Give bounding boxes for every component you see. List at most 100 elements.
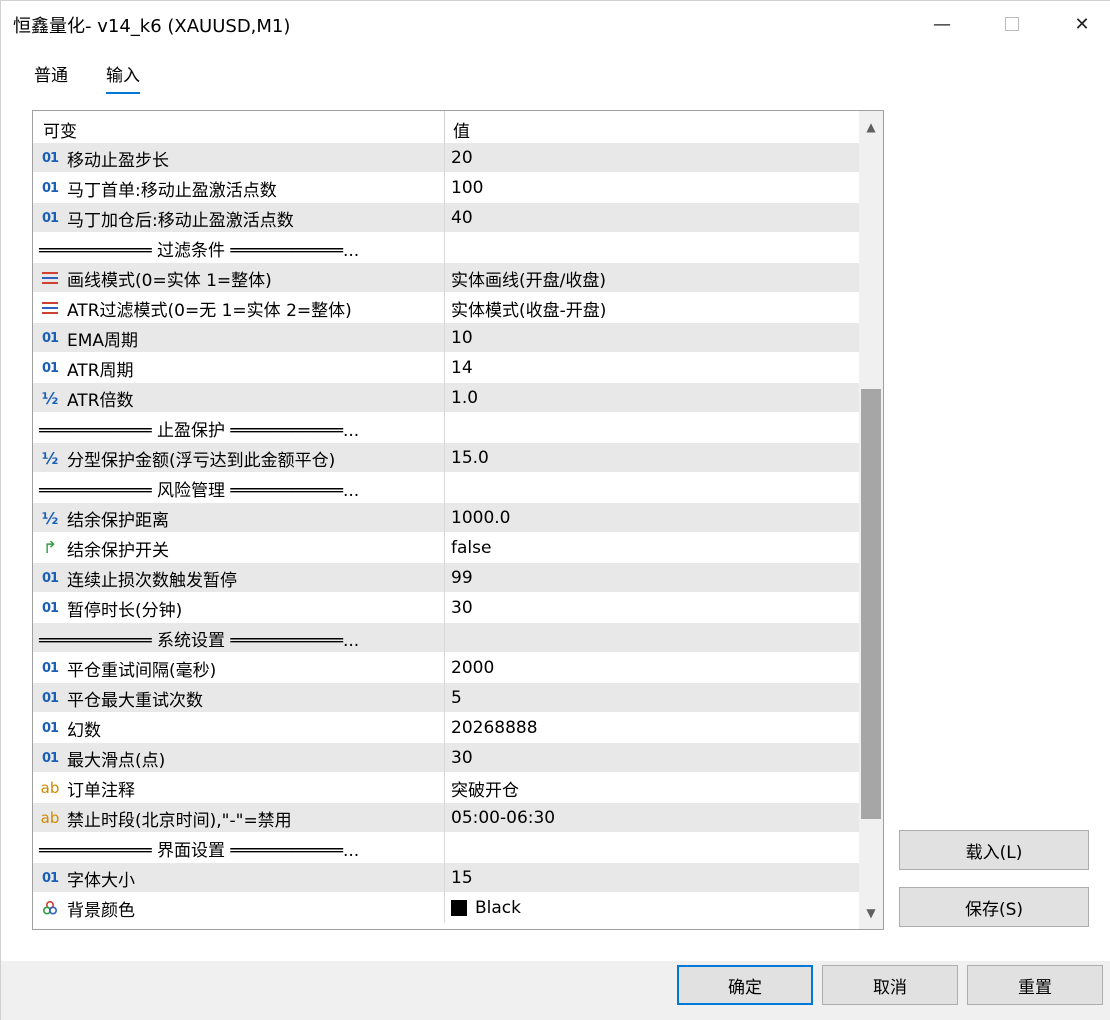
variable-name: 连续止损次数触发暂停 <box>67 570 237 591</box>
table-row[interactable]: 01 最大滑点(点) 30 <box>33 743 859 773</box>
value-cell[interactable]: 1.0 <box>451 383 851 413</box>
grid-header: 可变 值 <box>33 111 859 143</box>
variable-cell: 01 平仓重试间隔(毫秒) <box>33 653 444 683</box>
section-separator-row[interactable]: ═══════════ 风险管理 ═══════════... <box>33 473 859 503</box>
table-row[interactable]: 01 暂停时长(分钟) 30 <box>33 593 859 623</box>
minimize-icon: — <box>933 13 951 35</box>
cancel-button[interactable]: 取消 <box>822 965 958 1005</box>
load-button[interactable]: 载入(L) <box>899 830 1089 870</box>
table-row[interactable]: ab 订单注释 突破开仓 <box>33 773 859 803</box>
value-cell[interactable]: 14 <box>451 353 851 383</box>
variable-cell: ═══════════ 风险管理 ═══════════... <box>33 473 444 503</box>
variable-value: 100 <box>451 178 484 198</box>
value-cell[interactable] <box>451 473 851 503</box>
value-cell[interactable]: 突破开仓 <box>451 773 851 803</box>
tab-general[interactable]: 普通 <box>34 61 68 92</box>
value-cell[interactable]: 100 <box>451 173 851 203</box>
footer: 确定 取消 重置 <box>1 961 1110 1020</box>
value-cell[interactable]: 10 <box>451 323 851 353</box>
variable-cell: 背景颜色 <box>33 893 444 923</box>
variable-name: ═══════════ 风险管理 ═══════════... <box>39 480 360 501</box>
value-cell[interactable]: false <box>451 533 851 563</box>
value-cell[interactable]: 30 <box>451 593 851 623</box>
scroll-thumb[interactable] <box>861 389 881 819</box>
table-row[interactable]: 01 ATR周期 14 <box>33 353 859 383</box>
variable-cell: ═══════════ 过滤条件 ═══════════... <box>33 233 444 263</box>
value-cell[interactable]: 实体模式(收盘-开盘) <box>451 293 851 323</box>
ok-button[interactable]: 确定 <box>677 965 813 1005</box>
table-row[interactable]: ab 禁止时段(北京时间),"-"=禁用 05:00-06:30 <box>33 803 859 833</box>
section-separator-row[interactable]: ═══════════ 界面设置 ═══════════... <box>33 833 859 863</box>
variable-cell: ═══════════ 止盈保护 ═══════════... <box>33 413 444 443</box>
header-variable[interactable]: 可变 <box>43 117 77 142</box>
value-cell[interactable] <box>451 413 851 443</box>
table-row[interactable]: 01 马丁加仓后:移动止盈激活点数 40 <box>33 203 859 233</box>
variable-cell: 01 幻数 <box>33 713 444 743</box>
value-cell[interactable]: 40 <box>451 203 851 233</box>
value-cell[interactable]: 实体画线(开盘/收盘) <box>451 263 851 293</box>
vertical-scrollbar[interactable]: ▲ ▼ <box>859 111 883 929</box>
maximize-button[interactable] <box>977 1 1047 47</box>
variable-cell: 01 ATR周期 <box>33 353 444 383</box>
variable-cell: 01 EMA周期 <box>33 323 444 353</box>
variable-name: 平仓重试间隔(毫秒) <box>67 660 217 681</box>
reset-button[interactable]: 重置 <box>967 965 1103 1005</box>
minimize-button[interactable]: — <box>907 1 977 47</box>
variable-name: 马丁首单:移动止盈激活点数 <box>67 180 277 201</box>
save-button[interactable]: 保存(S) <box>899 887 1089 927</box>
value-cell[interactable]: 20 <box>451 143 851 173</box>
table-row[interactable]: 背景颜色 Black <box>33 893 859 923</box>
variable-value: 20268888 <box>451 718 538 738</box>
variable-cell: ab 禁止时段(北京时间),"-"=禁用 <box>33 803 444 833</box>
value-cell[interactable] <box>451 623 851 653</box>
value-cell[interactable] <box>451 833 851 863</box>
table-row[interactable]: 01 幻数 20268888 <box>33 713 859 743</box>
variable-value: 1.0 <box>451 388 479 408</box>
value-cell[interactable]: 15.0 <box>451 443 851 473</box>
table-row[interactable]: ↱ 结余保护开关 false <box>33 533 859 563</box>
table-row[interactable]: ATR过滤模式(0=无 1=实体 2=整体) 实体模式(收盘-开盘) <box>33 293 859 323</box>
value-cell[interactable]: 15 <box>451 863 851 893</box>
value-cell[interactable]: 1000.0 <box>451 503 851 533</box>
table-row[interactable]: ½ ATR倍数 1.0 <box>33 383 859 413</box>
variable-name: ═══════════ 止盈保护 ═══════════... <box>39 420 360 441</box>
table-row[interactable]: 01 马丁首单:移动止盈激活点数 100 <box>33 173 859 203</box>
tab-bar: 普通 输入 <box>1 47 1110 107</box>
enum-icon <box>37 293 63 323</box>
value-cell[interactable]: 2000 <box>451 653 851 683</box>
variable-cell: ATR过滤模式(0=无 1=实体 2=整体) <box>33 293 444 323</box>
value-cell[interactable]: Black <box>451 893 851 923</box>
section-separator-row[interactable]: ═══════════ 过滤条件 ═══════════... <box>33 233 859 263</box>
tab-inputs[interactable]: 输入 <box>106 61 140 94</box>
scroll-down-icon[interactable]: ▼ <box>859 901 883 925</box>
variable-value: Black <box>475 898 521 918</box>
table-row[interactable]: ½ 结余保护距离 1000.0 <box>33 503 859 533</box>
close-button[interactable]: ✕ <box>1047 1 1110 47</box>
table-row[interactable]: 01 字体大小 15 <box>33 863 859 893</box>
table-row[interactable]: 01 平仓重试间隔(毫秒) 2000 <box>33 653 859 683</box>
variable-name: ATR过滤模式(0=无 1=实体 2=整体) <box>67 300 352 321</box>
double-icon: ½ <box>41 388 59 408</box>
variable-name: 幻数 <box>67 720 101 741</box>
value-cell[interactable]: 5 <box>451 683 851 713</box>
table-row[interactable]: 01 平仓最大重试次数 5 <box>33 683 859 713</box>
table-row[interactable]: 01 移动止盈步长 20 <box>33 143 859 173</box>
value-cell[interactable]: 99 <box>451 563 851 593</box>
value-cell[interactable]: 05:00-06:30 <box>451 803 851 833</box>
variable-cell: 01 字体大小 <box>33 863 444 893</box>
table-row[interactable]: 01 EMA周期 10 <box>33 323 859 353</box>
header-value[interactable]: 值 <box>453 117 470 142</box>
table-row[interactable]: 01 连续止损次数触发暂停 99 <box>33 563 859 593</box>
value-cell[interactable]: 20268888 <box>451 713 851 743</box>
value-cell[interactable] <box>451 233 851 263</box>
section-separator-row[interactable]: ═══════════ 系统设置 ═══════════... <box>33 623 859 653</box>
variable-cell: ab 订单注释 <box>33 773 444 803</box>
value-cell[interactable]: 30 <box>451 743 851 773</box>
variable-cell: 01 暂停时长(分钟) <box>33 593 444 623</box>
table-row[interactable]: ½ 分型保护金额(浮亏达到此金额平仓) 15.0 <box>33 443 859 473</box>
integer-icon: 01 <box>41 750 59 766</box>
section-separator-row[interactable]: ═══════════ 止盈保护 ═══════════... <box>33 413 859 443</box>
scroll-up-icon[interactable]: ▲ <box>859 115 883 139</box>
table-row[interactable]: 画线模式(0=实体 1=整体) 实体画线(开盘/收盘) <box>33 263 859 293</box>
variable-name: 画线模式(0=实体 1=整体) <box>67 270 272 291</box>
